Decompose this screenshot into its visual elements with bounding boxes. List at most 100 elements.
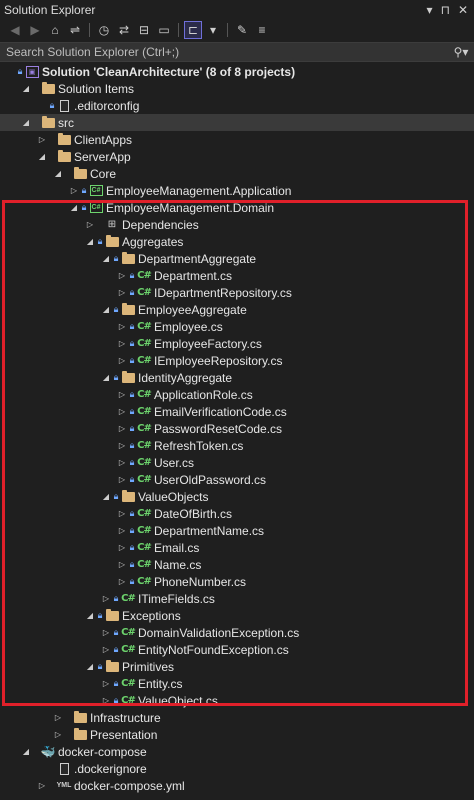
collapse-arrow-icon[interactable]: ▷ bbox=[116, 573, 128, 590]
collapse-arrow-icon[interactable]: ▷ bbox=[36, 131, 48, 148]
expand-arrow-icon[interactable]: ◢ bbox=[100, 488, 112, 505]
expand-arrow-icon[interactable]: ◢ bbox=[84, 607, 96, 624]
collapse-arrow-icon[interactable]: ▷ bbox=[52, 709, 64, 726]
tree-row[interactable]: ◢ 🔒︎ ValueObjects bbox=[0, 488, 474, 505]
dropdown-icon[interactable]: ▾ bbox=[427, 3, 433, 17]
tree-row[interactable]: ◢ 🔒︎ Primitives bbox=[0, 658, 474, 675]
tree-row[interactable]: ◢ 🔒︎ Exceptions bbox=[0, 607, 474, 624]
expand-arrow-icon[interactable]: ◢ bbox=[100, 369, 112, 386]
tree-row[interactable]: ◢ Solution Items bbox=[0, 80, 474, 97]
tree-row[interactable]: ▷ 🔒︎ C# ValueObject.cs bbox=[0, 692, 474, 709]
search-input[interactable] bbox=[6, 45, 448, 59]
back-icon[interactable]: ◀ bbox=[6, 21, 24, 39]
tree-row[interactable]: ◢ 🔒︎ EmployeeAggregate bbox=[0, 301, 474, 318]
expand-arrow-icon[interactable]: ◢ bbox=[20, 80, 32, 97]
collapse-all-icon[interactable]: ⊟ bbox=[135, 21, 153, 39]
tree-row[interactable]: ▷ 🔒︎ C# Entity.cs bbox=[0, 675, 474, 692]
tree-row[interactable]: ▷ ⊞ Dependencies bbox=[0, 216, 474, 233]
switch-views-icon[interactable]: ⇌ bbox=[66, 21, 84, 39]
tree-row[interactable]: ▷ 🔒︎ C# IDepartmentRepository.cs bbox=[0, 284, 474, 301]
tree-row[interactable]: 🔒︎ .editorconfig bbox=[0, 97, 474, 114]
expand-arrow-icon[interactable]: ◢ bbox=[68, 199, 80, 216]
tree-row[interactable]: ◢ 🔒︎ DepartmentAggregate bbox=[0, 250, 474, 267]
tree-row[interactable]: ▷ YML docker-compose.yml bbox=[0, 777, 474, 794]
collapse-arrow-icon[interactable]: ▷ bbox=[116, 437, 128, 454]
expand-arrow-icon[interactable]: ◢ bbox=[20, 114, 32, 131]
tree-row[interactable]: ◢ Core bbox=[0, 165, 474, 182]
close-icon[interactable]: ✕ bbox=[458, 3, 468, 17]
expand-arrow-icon[interactable]: ◢ bbox=[52, 165, 64, 182]
collapse-arrow-icon[interactable]: ▷ bbox=[116, 267, 128, 284]
expand-arrow-icon[interactable]: ◢ bbox=[100, 301, 112, 318]
tree-row[interactable]: ▷ Infrastructure bbox=[0, 709, 474, 726]
expand-arrow-icon[interactable]: ◢ bbox=[100, 250, 112, 267]
preview-icon[interactable]: ≡ bbox=[253, 21, 271, 39]
show-all-files-icon[interactable]: ▭ bbox=[155, 21, 173, 39]
pin-icon[interactable]: ⊓ bbox=[441, 3, 450, 17]
collapse-arrow-icon[interactable]: ▷ bbox=[84, 216, 96, 233]
tree-row[interactable]: ▷ 🔒︎ C# ApplicationRole.cs bbox=[0, 386, 474, 403]
sync-icon[interactable]: ⇄ bbox=[115, 21, 133, 39]
collapse-arrow-icon[interactable]: ▷ bbox=[68, 182, 80, 199]
tree-row[interactable]: ◢ 🔒︎ IdentityAggregate bbox=[0, 369, 474, 386]
expand-arrow-icon[interactable]: ◢ bbox=[84, 233, 96, 250]
tree-row[interactable]: ▷ 🔒︎ C# DepartmentName.cs bbox=[0, 522, 474, 539]
collapse-arrow-icon[interactable]: ▷ bbox=[116, 556, 128, 573]
tree-row[interactable]: ▷ 🔒︎ C# Department.cs bbox=[0, 267, 474, 284]
tree-row[interactable]: ▷ 🔒︎ C# User.cs bbox=[0, 454, 474, 471]
tree-row[interactable]: ▷ 🔒︎ C# RefreshToken.cs bbox=[0, 437, 474, 454]
collapse-arrow-icon[interactable]: ▷ bbox=[100, 641, 112, 658]
collapse-arrow-icon[interactable]: ▷ bbox=[116, 335, 128, 352]
tree-row[interactable]: ▷ 🔒︎ C# EntityNotFoundException.cs bbox=[0, 641, 474, 658]
tree-row[interactable]: ◢ ServerApp bbox=[0, 148, 474, 165]
collapse-arrow-icon[interactable]: ▷ bbox=[116, 318, 128, 335]
collapse-arrow-icon[interactable]: ▷ bbox=[116, 284, 128, 301]
preview-selected-icon[interactable]: ⊏ bbox=[184, 21, 202, 39]
search-icon[interactable]: ⚲▾ bbox=[448, 45, 474, 59]
tree-row[interactable]: ▷ 🔒︎ C# Name.cs bbox=[0, 556, 474, 573]
collapse-arrow-icon[interactable]: ▷ bbox=[116, 386, 128, 403]
tree-row[interactable]: ▷ 🔒︎ C# DateOfBirth.cs bbox=[0, 505, 474, 522]
tree-row[interactable]: ▷ 🔒︎ C# EmailVerificationCode.cs bbox=[0, 403, 474, 420]
tree-row[interactable]: ▷ 🔒︎ C# ITimeFields.cs bbox=[0, 590, 474, 607]
collapse-arrow-icon[interactable]: ▷ bbox=[100, 675, 112, 692]
tree-row[interactable]: ▷ Presentation bbox=[0, 726, 474, 743]
expand-arrow-icon[interactable]: ◢ bbox=[36, 148, 48, 165]
filter-dropdown-icon[interactable]: ▾ bbox=[204, 21, 222, 39]
tree-row[interactable]: ◢ 🔒︎ C# EmployeeManagement.Domain bbox=[0, 199, 474, 216]
tree-row[interactable]: ▷ 🔒︎ C# PhoneNumber.cs bbox=[0, 573, 474, 590]
home-icon[interactable]: ⌂ bbox=[46, 21, 64, 39]
collapse-arrow-icon[interactable]: ▷ bbox=[116, 403, 128, 420]
expand-arrow-icon[interactable]: ◢ bbox=[84, 658, 96, 675]
expand-arrow-icon[interactable]: ◢ bbox=[20, 743, 32, 760]
collapse-arrow-icon[interactable]: ▷ bbox=[116, 352, 128, 369]
forward-icon[interactable]: ▶ bbox=[26, 21, 44, 39]
tree-row[interactable]: ◢ src bbox=[0, 114, 474, 131]
tree-row[interactable]: ▷ 🔒︎ C# Employee.cs bbox=[0, 318, 474, 335]
window-controls[interactable]: ▾ ⊓ ✕ bbox=[427, 3, 474, 17]
tree-row[interactable]: ▷ ClientApps bbox=[0, 131, 474, 148]
collapse-arrow-icon[interactable]: ▷ bbox=[116, 505, 128, 522]
collapse-arrow-icon[interactable]: ▷ bbox=[116, 522, 128, 539]
tree-row[interactable]: ▷ 🔒︎ C# PasswordResetCode.cs bbox=[0, 420, 474, 437]
tree-row[interactable]: ▷ 🔒︎ C# UserOldPassword.cs bbox=[0, 471, 474, 488]
tree-row[interactable]: ◢ 🐳 docker-compose bbox=[0, 743, 474, 760]
tree-row[interactable]: ▷ 🔒︎ C# IEmployeeRepository.cs bbox=[0, 352, 474, 369]
tree-row[interactable]: ▷ 🔒︎ C# DomainValidationException.cs bbox=[0, 624, 474, 641]
tree-row[interactable]: ◢ 🔒︎ Aggregates bbox=[0, 233, 474, 250]
collapse-arrow-icon[interactable]: ▷ bbox=[116, 420, 128, 437]
pending-changes-icon[interactable]: ◷ bbox=[95, 21, 113, 39]
collapse-arrow-icon[interactable]: ▷ bbox=[116, 454, 128, 471]
collapse-arrow-icon[interactable]: ▷ bbox=[100, 590, 112, 607]
tree-row[interactable]: .dockerignore bbox=[0, 760, 474, 777]
tree-row[interactable]: ▷ 🔒︎ C# EmployeeFactory.cs bbox=[0, 335, 474, 352]
tree-row[interactable]: ▷ 🔒︎ C# Email.cs bbox=[0, 539, 474, 556]
collapse-arrow-icon[interactable]: ▷ bbox=[116, 471, 128, 488]
tree-row[interactable]: 🔒︎ ▣ Solution 'CleanArchitecture' (8 of 8 … bbox=[0, 63, 474, 80]
collapse-arrow-icon[interactable]: ▷ bbox=[52, 726, 64, 743]
collapse-arrow-icon[interactable]: ▷ bbox=[100, 624, 112, 641]
collapse-arrow-icon[interactable]: ▷ bbox=[100, 692, 112, 709]
collapse-arrow-icon[interactable]: ▷ bbox=[36, 777, 48, 794]
tree-row[interactable]: ▷ 🔒︎ C# EmployeeManagement.Application bbox=[0, 182, 474, 199]
properties-wrench-icon[interactable]: ✎ bbox=[233, 21, 251, 39]
